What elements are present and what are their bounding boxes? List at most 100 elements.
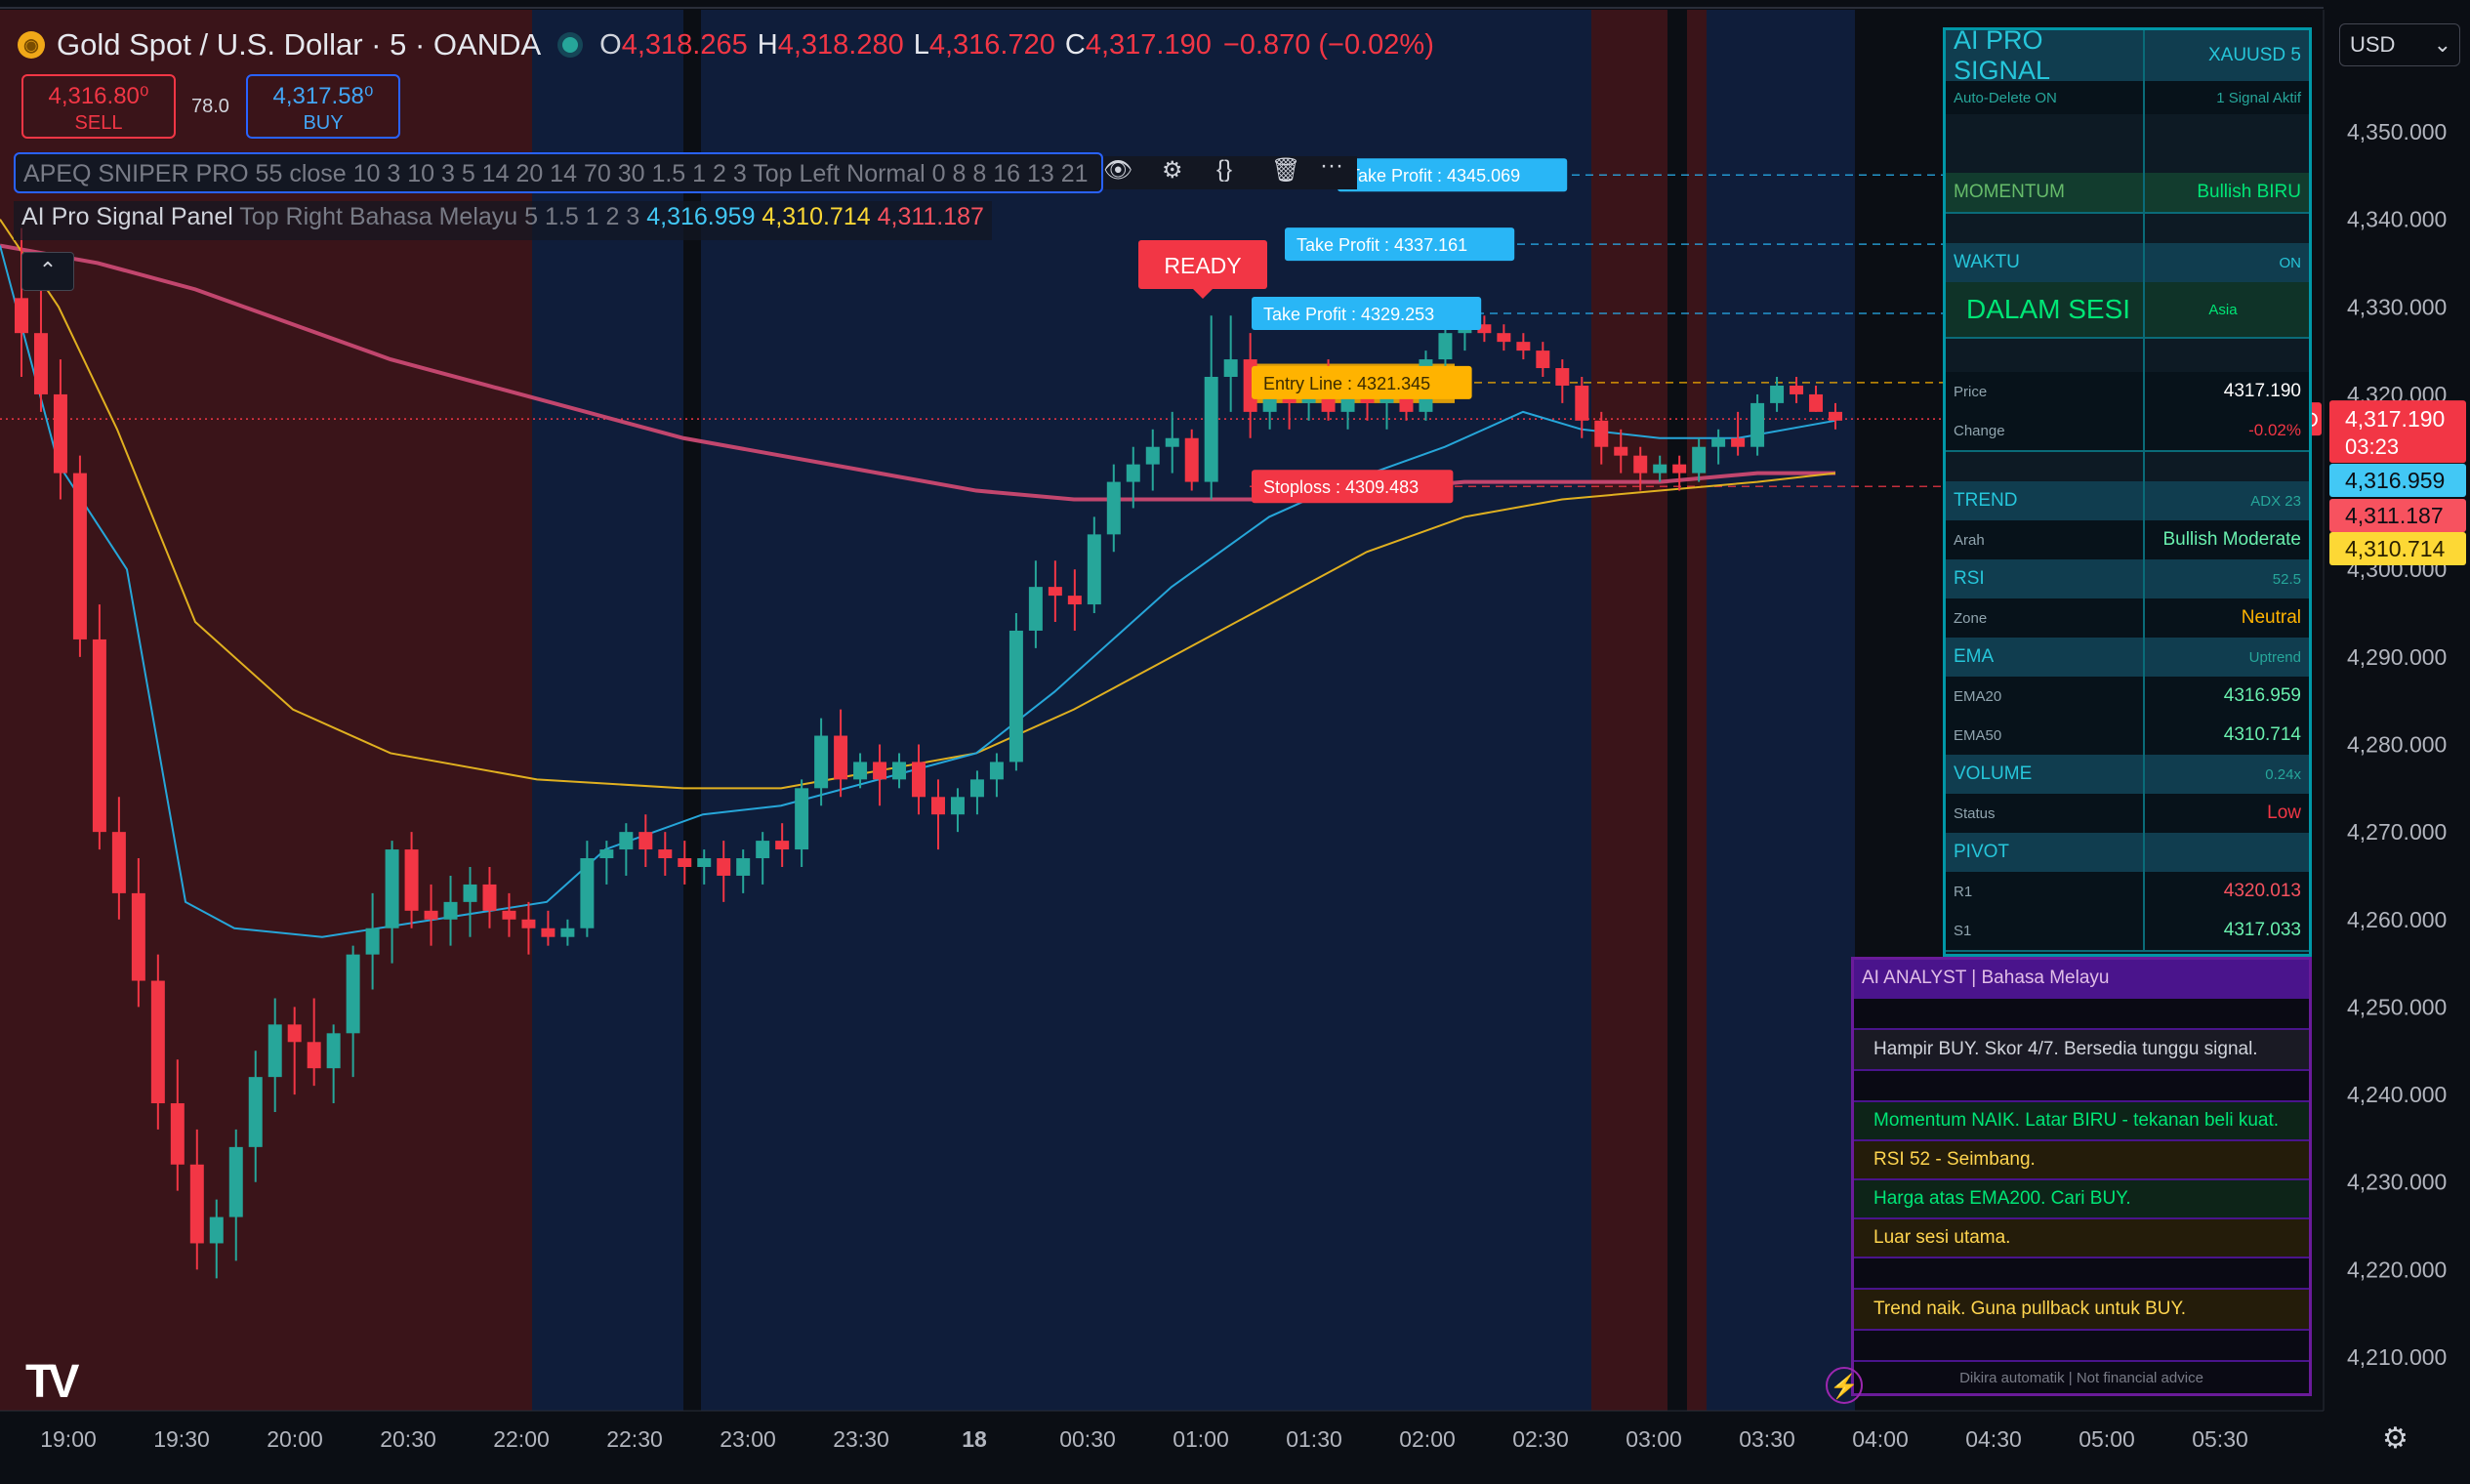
s1-row: S1 4317.033 <box>1946 911 2309 952</box>
candle-body <box>678 858 692 867</box>
momentum-row: MOMENTUM Bullish BIRU <box>1946 173 2309 214</box>
candle-body <box>834 735 848 780</box>
level-label[interactable]: Take Profit : 4329.253 <box>1252 296 1482 330</box>
candle-body <box>950 797 965 815</box>
candle-body <box>853 762 868 780</box>
candle-body <box>658 849 673 859</box>
currency-select[interactable]: USD ⌄ <box>2339 23 2460 66</box>
signal-title-row: AI PRO SIGNAL XAUUSD 5 <box>1946 25 2309 85</box>
indicator-row-apeq[interactable]: APEQ SNIPER PRO 55 close 10 3 10 3 5 14 … <box>14 152 1147 193</box>
candle-body <box>1770 385 1785 403</box>
analyst-line-1: Hampir BUY. Skor 4/7. Bersedia tunggu si… <box>1854 1030 2309 1071</box>
price-tag-value: 4,317.190 <box>2345 406 2445 432</box>
y-tick-label: 4,280.000 <box>2347 732 2447 758</box>
indicator-price-tag: 4,310.714 <box>2329 532 2466 565</box>
level-label-text: Take Profit : 4345.069 <box>1349 166 1520 186</box>
candle-body <box>33 333 48 394</box>
rsi-label: RSI <box>1946 559 2145 598</box>
waktu-row: WAKTU ON <box>1946 243 2309 284</box>
arah-row: Arah Bullish Moderate <box>1946 520 2309 561</box>
chevron-down-icon: ⌄ <box>2433 32 2451 57</box>
candle-body <box>1048 587 1062 597</box>
indicator-actions: 👁 ⚙ {} 🗑 ··· <box>1103 152 1357 189</box>
candle-body <box>1711 437 1726 447</box>
candle-body <box>1204 377 1218 482</box>
candle-body <box>1126 464 1140 482</box>
pivot-label: PIVOT <box>1946 833 2145 872</box>
status-row: Status Low <box>1946 794 2309 835</box>
candle-body <box>14 298 28 334</box>
session-band <box>1667 10 1687 1411</box>
candle-body <box>736 858 751 876</box>
candle-body <box>814 735 829 789</box>
sell-button[interactable]: 4,316.80⁰ SELL <box>21 74 176 139</box>
change-label: Change <box>1946 411 2145 450</box>
indicator-name: AI Pro Signal Panel <box>21 203 233 230</box>
candle-body <box>1653 464 1667 474</box>
momentum-value: Bullish BIRU <box>2197 182 2301 202</box>
ai-pro-signal-panel: AI PRO SIGNAL XAUUSD 5 Auto-Delete ON 1 … <box>1943 25 2312 957</box>
chart-settings-gear-icon[interactable]: ⚙ <box>2382 1422 2408 1456</box>
x-tick-label: 22:30 <box>606 1426 663 1452</box>
indicator-tag-value: 4,316.959 <box>2345 468 2445 493</box>
delete-trash-icon[interactable]: 🗑 <box>1271 156 1300 185</box>
candle-body <box>482 884 497 911</box>
ema-row: EMA Uptrend <box>1946 638 2309 679</box>
candle-body <box>1165 437 1179 447</box>
analyst-title: AI ANALYST | Bahasa Melayu <box>1854 960 2309 999</box>
settings-gear-icon[interactable]: ⚙ <box>1162 156 1183 185</box>
x-tick-label: 20:30 <box>380 1426 436 1452</box>
volume-label: VOLUME <box>1946 755 2145 794</box>
spacer-row <box>1946 337 2309 374</box>
high-value: 4,318.280 <box>777 28 904 61</box>
gold-coin-icon: ◉ <box>18 31 45 59</box>
candle-body <box>404 849 419 911</box>
y-tick-label: 4,220.000 <box>2347 1257 2447 1282</box>
hide-eye-icon[interactable]: 👁 <box>1103 156 1132 185</box>
x-tick-label: 22:00 <box>493 1426 550 1452</box>
lightning-bolt-icon[interactable]: ⚡ <box>1826 1367 1863 1404</box>
level-label[interactable]: Take Profit : 4337.161 <box>1285 227 1515 262</box>
spacer-row <box>1946 114 2309 175</box>
session-row: DALAM SESI Asia <box>1946 282 2309 339</box>
tradingview-logo[interactable]: TV <box>25 1355 79 1409</box>
indicator-args: Top Right Bahasa Melayu 5 1.5 1 2 3 <box>239 203 640 230</box>
more-dots-icon[interactable]: ··· <box>1320 152 1343 180</box>
level-label[interactable]: Take Profit : 4345.069 <box>1338 158 1568 192</box>
sell-price: 4,316.80⁰ <box>48 83 149 109</box>
level-label-text: Take Profit : 4337.161 <box>1297 235 1467 255</box>
candle-body <box>248 1077 263 1147</box>
indicator-row-ai-panel[interactable]: AI Pro Signal Panel Top Right Bahasa Mel… <box>14 201 992 240</box>
ema20-row: EMA20 4316.959 <box>1946 677 2309 718</box>
volume-row: VOLUME 0.24x <box>1946 755 2309 796</box>
level-label[interactable]: Entry Line : 4321.345 <box>1252 365 1472 399</box>
candle-body <box>697 858 712 867</box>
candle-body <box>189 1164 204 1244</box>
symbol-header: ◉ Gold Spot / U.S. Dollar · 5 · OANDA O4… <box>18 23 1434 66</box>
arah-value: Bullish Moderate <box>2162 529 2301 550</box>
y-tick-label: 4,260.000 <box>2347 907 2447 932</box>
arah-label: Arah <box>1946 520 2145 559</box>
x-tick-label: 02:00 <box>1399 1426 1456 1452</box>
ready-badge-text: READY <box>1164 253 1241 278</box>
level-label[interactable]: Stoploss : 4309.483 <box>1252 470 1454 504</box>
low-label: L <box>913 28 929 61</box>
session-band <box>1707 10 1855 1411</box>
zone-value: Neutral <box>2241 607 2301 628</box>
analyst-line-5: Luar sesi utama. <box>1854 1219 2309 1258</box>
indicator-tag-value: 4,311.187 <box>2345 503 2444 528</box>
trend-label: TREND <box>1946 481 2145 520</box>
x-tick-label: 00:30 <box>1059 1426 1116 1452</box>
symbol-title[interactable]: Gold Spot / U.S. Dollar · 5 · OANDA <box>57 27 541 62</box>
rsi-row: RSI 52.5 <box>1946 559 2309 600</box>
candle-body <box>619 832 634 850</box>
collapse-chevron-up-icon[interactable]: ⌃ <box>21 252 74 291</box>
source-code-icon[interactable]: {} <box>1216 156 1232 184</box>
session-status: DALAM SESI <box>1946 282 2145 337</box>
s1-value: 4317.033 <box>2223 920 2301 940</box>
level-label-text: Stoploss : 4309.483 <box>1263 477 1419 497</box>
candle-body <box>1692 446 1707 474</box>
buy-button[interactable]: 4,317.58⁰ BUY <box>246 74 400 139</box>
candle-body <box>1145 446 1160 465</box>
candle-body <box>756 841 770 859</box>
